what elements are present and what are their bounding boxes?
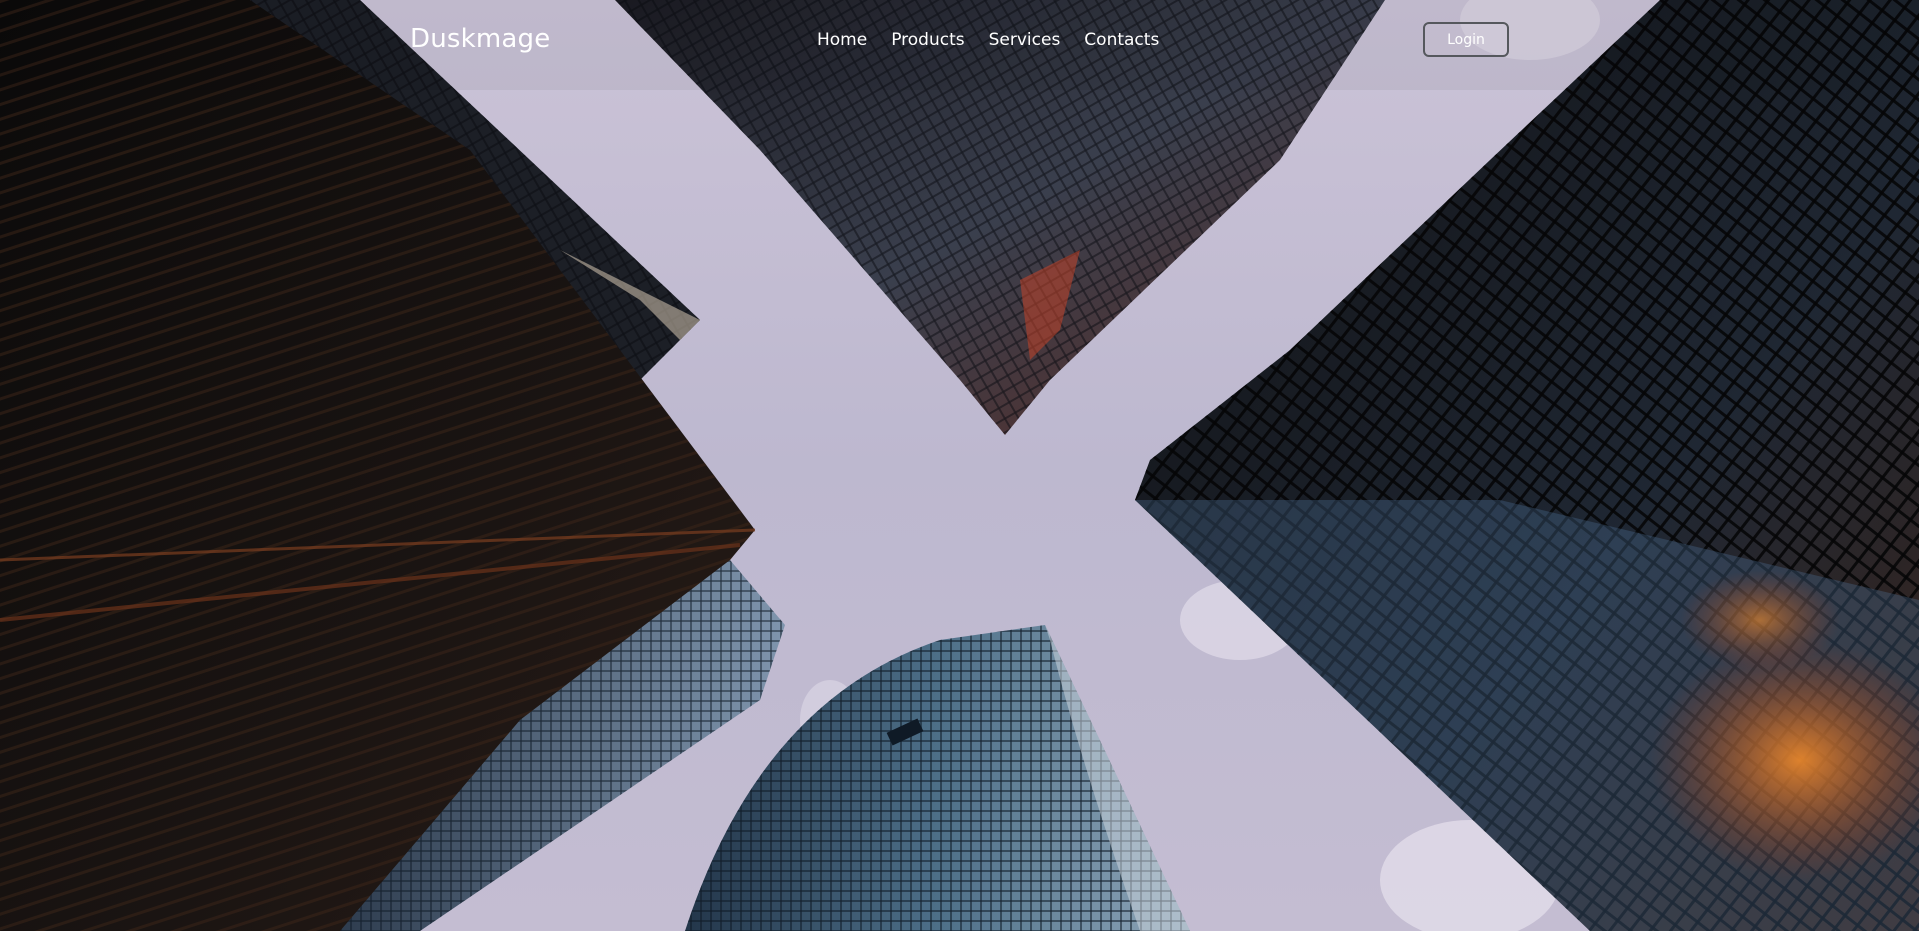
nav-products-link[interactable]: Products [891,28,964,52]
nav-home-link[interactable]: Home [817,28,867,52]
brand-logo[interactable]: Duskmage [410,22,550,56]
top-navbar: Duskmage Home Products Services Contacts… [0,0,1919,80]
nav-contacts-link[interactable]: Contacts [1084,28,1159,52]
nav-services-link[interactable]: Services [989,28,1061,52]
main-nav: Home Products Services Contacts [817,28,1159,52]
hero-background-image [0,0,1919,931]
login-button[interactable]: Login [1423,22,1509,57]
landing-page: Duskmage Home Products Services Contacts… [0,0,1919,931]
